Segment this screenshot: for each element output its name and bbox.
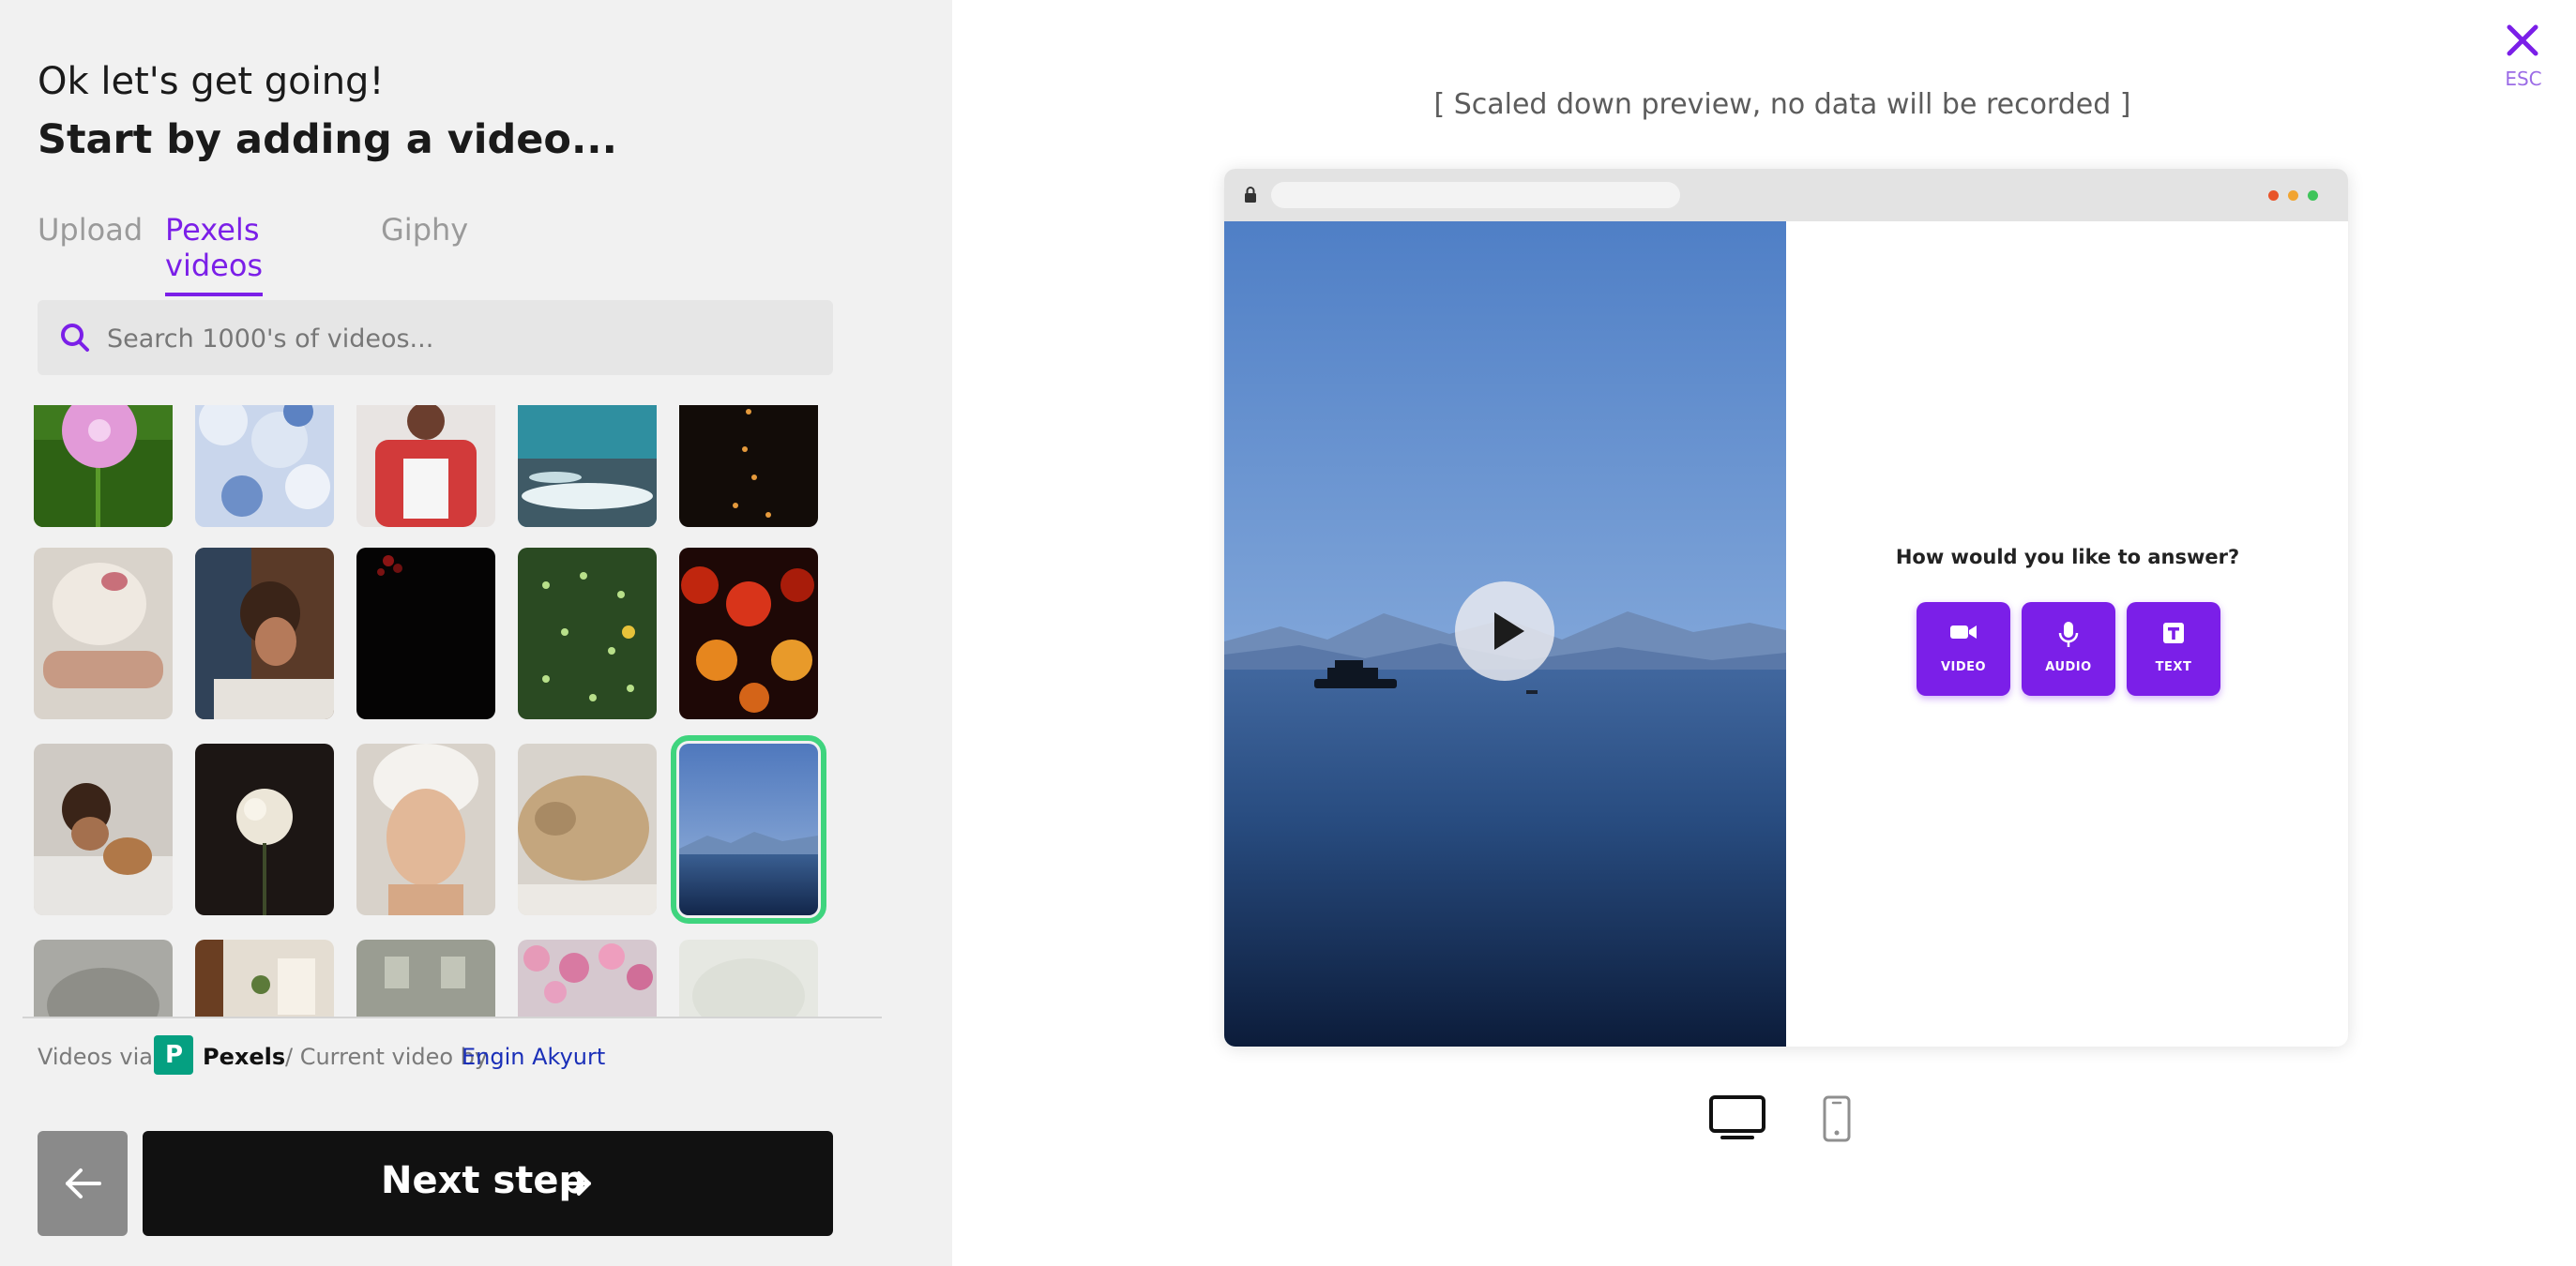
esc-label: ESC bbox=[2505, 68, 2542, 90]
video-picker-panel: Ok let's get going! Start by adding a vi… bbox=[0, 0, 952, 1266]
answer-text-label: TEXT bbox=[2155, 660, 2192, 674]
video-thumbnail[interactable] bbox=[518, 744, 657, 915]
window-dot-red bbox=[2268, 190, 2279, 201]
credits-prefix: Videos via bbox=[38, 1044, 153, 1070]
tab-giphy[interactable]: Giphy bbox=[381, 212, 468, 257]
author-link[interactable]: Engin Akyurt bbox=[462, 1044, 605, 1070]
video-thumbnail[interactable] bbox=[195, 744, 334, 915]
answer-text-button[interactable]: TEXT bbox=[2127, 602, 2220, 696]
video-thumbnail[interactable] bbox=[518, 548, 657, 719]
video-thumbnail[interactable] bbox=[679, 548, 818, 719]
video-thumbnail[interactable] bbox=[195, 548, 334, 719]
video-thumbnail[interactable] bbox=[679, 940, 818, 1017]
video-thumbnail[interactable] bbox=[518, 405, 657, 527]
video-thumbnail[interactable] bbox=[518, 940, 657, 1017]
browser-toolbar bbox=[1224, 169, 2348, 221]
video-thumbnail[interactable] bbox=[195, 405, 334, 527]
tab-pexels-videos[interactable]: Pexels videos bbox=[165, 212, 264, 296]
intro-subheading: Start by adding a video... bbox=[38, 116, 617, 163]
answer-video-label: VIDEO bbox=[1940, 660, 1987, 674]
video-thumbnail[interactable] bbox=[34, 940, 173, 1017]
credits-middle: / Current video by bbox=[285, 1044, 489, 1070]
video-preview[interactable] bbox=[1224, 221, 1786, 1047]
preview-note: [ Scaled down preview, no data will be r… bbox=[1433, 88, 2131, 121]
text-icon bbox=[2163, 623, 2184, 643]
answer-question: How would you like to answer? bbox=[1895, 546, 2240, 568]
search-icon bbox=[61, 324, 89, 352]
answer-audio-button[interactable]: AUDIO bbox=[2022, 602, 2115, 696]
video-camera-icon bbox=[1950, 625, 1977, 639]
search-box bbox=[38, 300, 833, 377]
video-thumbnail[interactable] bbox=[34, 548, 173, 719]
video-thumbnail[interactable] bbox=[34, 405, 173, 527]
intro-heading: Ok let's get going! bbox=[38, 60, 385, 103]
video-thumbnail[interactable] bbox=[34, 744, 173, 915]
mobile-preview-icon[interactable] bbox=[1822, 1095, 1852, 1142]
preview-browser-frame: How would you like to answer? VIDEO AUDI… bbox=[1224, 169, 2348, 1047]
search-input[interactable] bbox=[105, 300, 822, 377]
window-dot-green bbox=[2308, 190, 2318, 201]
arrow-right-icon bbox=[563, 1171, 591, 1196]
arrow-left-icon bbox=[66, 1168, 101, 1198]
play-icon bbox=[1494, 612, 1524, 650]
desktop-preview-icon[interactable] bbox=[1709, 1095, 1765, 1140]
video-thumbnail[interactable] bbox=[679, 405, 818, 527]
pexels-link[interactable]: Pexels bbox=[203, 1044, 285, 1070]
lock-icon bbox=[1245, 187, 1256, 203]
next-step-button[interactable]: Next step bbox=[143, 1131, 833, 1236]
next-step-label: Next step bbox=[381, 1159, 586, 1202]
video-thumbnail[interactable] bbox=[356, 940, 495, 1017]
microphone-icon bbox=[2058, 622, 2079, 647]
video-thumbnail[interactable] bbox=[356, 405, 495, 527]
tab-upload[interactable]: Upload bbox=[38, 212, 143, 257]
answer-audio-label: AUDIO bbox=[2045, 660, 2092, 674]
close-icon[interactable] bbox=[2503, 21, 2542, 60]
pexels-logo-icon: P bbox=[154, 1035, 193, 1075]
window-dot-yellow bbox=[2288, 190, 2298, 201]
video-thumbnail[interactable] bbox=[356, 744, 495, 915]
answer-video-button[interactable]: VIDEO bbox=[1917, 602, 2010, 696]
video-thumbnail-selected[interactable] bbox=[671, 735, 826, 924]
video-thumbnail[interactable] bbox=[356, 548, 495, 719]
back-button[interactable] bbox=[38, 1131, 128, 1236]
video-thumbnail-grid[interactable] bbox=[34, 405, 841, 1017]
video-thumbnail[interactable] bbox=[195, 940, 334, 1017]
play-button[interactable] bbox=[1455, 581, 1554, 681]
address-bar bbox=[1271, 182, 1680, 208]
divider bbox=[23, 1017, 882, 1018]
